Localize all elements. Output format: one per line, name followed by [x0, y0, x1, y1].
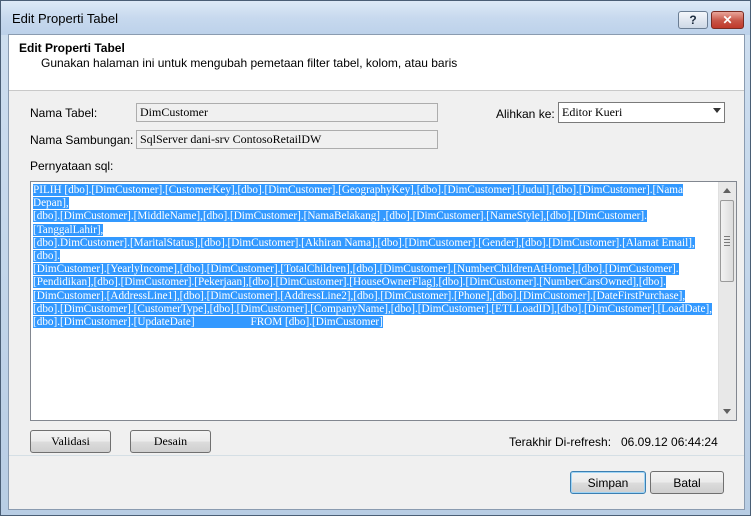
validate-button[interactable]: Validasi	[30, 430, 111, 453]
dialog-body: Edit Properti Tabel Gunakan halaman ini …	[8, 34, 745, 510]
dialog-window: Edit Properti Tabel ? ✕ Edit Properti Ta…	[0, 0, 751, 516]
sql-line: [dbo].DimCustomer].[MaritalStatus],[dbo]…	[33, 236, 695, 263]
sql-statement-label: Pernyataan sql:	[30, 159, 114, 173]
sql-line: [dbo].[DimCustomer].[CustomerType],[dbo]…	[33, 302, 713, 315]
window-title: Edit Properti Tabel	[12, 11, 118, 26]
last-refresh-value: 06.09.12 06:44:24	[621, 435, 718, 449]
table-name-label: Nama Tabel:	[30, 106, 98, 120]
sql-line: [dbo].[DimCustomer].[UpdateDate] FROM [d…	[33, 316, 383, 329]
connection-name-label: Nama Sambungan:	[30, 133, 134, 147]
help-button[interactable]: ?	[678, 11, 708, 29]
sql-editor[interactable]: PILIH [dbo].[DimCustomer].[CustomerKey],…	[30, 181, 737, 421]
grip-line	[724, 242, 730, 243]
last-refresh-label: Terakhir Di-refresh:	[509, 435, 612, 449]
grip-line	[724, 245, 730, 246]
chevron-down-icon	[713, 108, 721, 113]
sql-line: [Pendidikan],[dbo].[DimCustomer].[Pekerj…	[33, 276, 666, 289]
close-icon: ✕	[722, 13, 733, 27]
switch-to-value: Editor Kueri	[562, 105, 623, 119]
sql-text[interactable]: PILIH [dbo].[DimCustomer].[CustomerKey],…	[33, 184, 717, 329]
grip-line	[724, 236, 730, 237]
design-button[interactable]: Desain	[130, 430, 211, 453]
scrollbar-thumb[interactable]	[720, 200, 734, 282]
footer-divider	[9, 455, 744, 456]
connection-name-field: SqlServer dani-srv ContosoRetailDW	[136, 130, 438, 149]
vertical-scrollbar[interactable]	[718, 182, 736, 420]
switch-to-dropdown[interactable]: Editor Kueri	[558, 102, 725, 123]
sql-line: [DimCustomer].[YearlyIncome],[dbo].[DimC…	[33, 263, 679, 276]
table-name-field: DimCustomer	[136, 103, 438, 122]
grip-line	[724, 239, 730, 240]
save-button[interactable]: Simpan	[570, 471, 646, 494]
close-button[interactable]: ✕	[711, 11, 744, 29]
sql-line: PILIH [dbo].[DimCustomer].[CustomerKey],…	[33, 184, 683, 210]
header-subtitle: Gunakan halaman ini untuk mengubah pemet…	[41, 56, 458, 70]
cancel-button[interactable]: Batal	[650, 471, 724, 494]
header-title: Edit Properti Tabel	[19, 41, 125, 55]
header-band: Edit Properti Tabel Gunakan halaman ini …	[9, 35, 744, 91]
sql-line: [DimCustomer].[AddressLine1],[dbo].[DimC…	[33, 289, 686, 302]
title-bar[interactable]: Edit Properti Tabel ? ✕	[1, 1, 750, 35]
scroll-down-icon[interactable]	[723, 409, 731, 414]
sql-line: [dbo].[DimCustomer].[MiddleName],[dbo].[…	[33, 210, 647, 236]
scroll-up-icon[interactable]	[723, 188, 731, 193]
help-icon: ?	[689, 13, 697, 27]
switch-to-label: Alihkan ke:	[496, 107, 555, 121]
